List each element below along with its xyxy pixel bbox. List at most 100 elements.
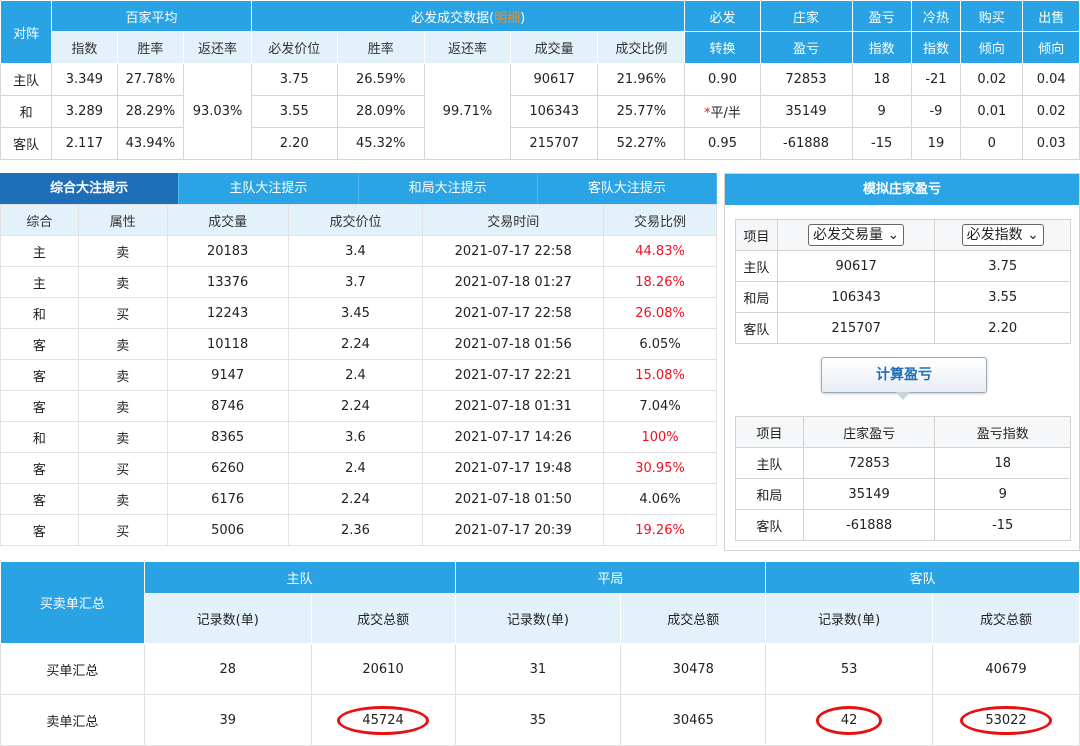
- cell: -61888: [802, 509, 936, 541]
- cell: 18: [851, 63, 912, 96]
- cell: 2021-07-18 01:27: [422, 266, 605, 298]
- sub-header: 记录数(单): [454, 593, 622, 644]
- item-header: 项目: [735, 219, 778, 251]
- detail-link[interactable]: 明细: [494, 11, 520, 26]
- table-row: 和买 12243 3.45 2021-07-17 22:58 26.08%: [0, 297, 717, 329]
- cell: 和: [0, 297, 79, 329]
- table-row: 主卖 20183 3.4 2021-07-17 22:58 44.83%: [0, 235, 717, 267]
- sim-result-table: 项目 庄家盈亏 盈亏指数 主队 72853 18 和局 35149 9 客队 -61888…: [735, 416, 1071, 541]
- cell: 8365: [166, 421, 289, 453]
- cell: 72853: [802, 447, 936, 479]
- table-row: 主队 72853 18: [735, 447, 1071, 479]
- tab-draw[interactable]: 和局大注提示: [359, 173, 538, 204]
- cell: 2021-07-18 01:50: [422, 483, 605, 515]
- cell: -15: [851, 127, 912, 160]
- volume-select[interactable]: 必发交易量 ⌄: [808, 224, 905, 246]
- table-row: 和局 106343 3.55: [735, 281, 1071, 313]
- cell: 买: [77, 514, 168, 546]
- cell: 52.27%: [597, 127, 686, 160]
- sub-header: 成交总额: [620, 593, 767, 644]
- simulation-panel: 模拟庄家盈亏 项目 必发交易量 ⌄ 必发指数 ⌄ 主队 90617 3.75 和局 1…: [724, 173, 1080, 551]
- tab-away[interactable]: 客队大注提示: [538, 173, 717, 204]
- table-row: 主卖 13376 3.7 2021-07-18 01:27 18.26%: [0, 266, 717, 298]
- cell: 53: [765, 643, 934, 695]
- cell: 2021-07-17 14:26: [422, 421, 605, 453]
- calculate-button[interactable]: 计算盈亏: [821, 357, 987, 400]
- cell: 21.96%: [597, 63, 686, 96]
- sub-header: 记录数(单): [765, 593, 934, 644]
- odds-table: 对阵 百家平均 必发成交数据(明细) 必发 庄家 盈亏 冷热 购买 出售 指数 …: [0, 0, 1080, 160]
- conv-header-2: 转换: [684, 31, 761, 64]
- tab-all[interactable]: 综合大注提示: [0, 173, 180, 204]
- cell: 卖: [77, 483, 168, 515]
- index-select[interactable]: 必发指数 ⌄: [961, 224, 1044, 246]
- cell: -21: [910, 63, 962, 96]
- cell: 0: [960, 127, 1024, 160]
- table-row: 客买 6260 2.4 2021-07-17 19:48 30.95%: [0, 452, 717, 484]
- cell: 19: [910, 127, 962, 160]
- chevron-down-icon: ⌄: [887, 227, 900, 243]
- cell-circled: 42: [765, 694, 934, 746]
- ratio-cell: 26.08%: [603, 297, 717, 329]
- table-row: 买单汇总 28 20610 31 30478 53 40679: [0, 643, 1080, 695]
- tab-home[interactable]: 主队大注提示: [179, 173, 359, 204]
- volume-select-cell: 必发交易量 ⌄: [776, 219, 936, 251]
- cell: 10118: [166, 328, 289, 360]
- cell: 2021-07-18 01:56: [422, 328, 605, 360]
- cell: 卖: [77, 359, 168, 391]
- col-header: 交易时间: [422, 204, 605, 236]
- table-row: 客队 215707 2.20: [735, 312, 1071, 344]
- table-row: 卖单汇总 39 45724 35 30465 42 53022: [0, 694, 1080, 746]
- avg-header: 百家平均: [51, 0, 252, 32]
- cell: 2021-07-17 22:21: [422, 359, 605, 391]
- cell: 客: [0, 359, 79, 391]
- pl-header-1: 盈亏: [851, 0, 912, 32]
- cell: 3.6: [287, 421, 424, 453]
- cell: 2021-07-17 19:48: [422, 452, 605, 484]
- cell: -15: [934, 509, 1071, 541]
- row-label: 买单汇总: [0, 643, 145, 695]
- sub-header: 胜率: [116, 31, 185, 64]
- col-header: 属性: [77, 204, 168, 236]
- ratio-cell: 18.26%: [603, 266, 717, 298]
- cell: 0.02: [1022, 95, 1080, 128]
- sub-header: 胜率: [336, 31, 425, 64]
- cell: 卖: [77, 421, 168, 453]
- cell: 35149: [802, 478, 936, 510]
- sub-header: 返还率: [183, 31, 252, 64]
- cell: 2021-07-17 22:58: [422, 235, 605, 267]
- cell: 12243: [166, 297, 289, 329]
- cell: 90617: [776, 250, 936, 282]
- team-cell: 主队: [0, 63, 53, 96]
- sell-header-2: 倾向: [1022, 31, 1080, 64]
- hc-header-1: 冷热: [910, 0, 962, 32]
- table-row: 客卖 9147 2.4 2021-07-17 22:21 15.08%: [0, 359, 717, 391]
- cell: 106343: [510, 95, 599, 128]
- cell: 35: [454, 694, 622, 746]
- big-bets-table: 综合 属性 成交量 成交价位 交易时间 交易比例 主卖 20183 3.4 2021-…: [0, 204, 717, 546]
- col-header: 庄家盈亏: [802, 416, 936, 448]
- cell: 20610: [310, 643, 456, 695]
- cell: 0.02: [960, 63, 1024, 96]
- conv-cell: *平/半: [684, 95, 761, 128]
- cell: 215707: [510, 127, 599, 160]
- table-row: 客队 2.117 43.94% 2.20 45.32% 215707 52.27…: [0, 127, 1080, 160]
- sub-header: 记录数(单): [143, 593, 312, 644]
- cell: 8746: [166, 390, 289, 422]
- cell: 2021-07-18 01:31: [422, 390, 605, 422]
- sub-header: 指数: [51, 31, 118, 64]
- cell: 2.4: [287, 452, 424, 484]
- cell: 2.20: [250, 127, 338, 160]
- cell: 72853: [759, 63, 853, 96]
- ratio-cell: 7.04%: [603, 390, 717, 422]
- cell: 3.7: [287, 266, 424, 298]
- ratio-cell: 100%: [603, 421, 717, 453]
- highlight-ring: 42: [815, 705, 883, 735]
- cell: 3.55: [250, 95, 338, 128]
- summary-corner: 买卖单汇总: [0, 561, 145, 644]
- cell: 9147: [166, 359, 289, 391]
- sub-header: 成交比例: [597, 31, 686, 64]
- cell: -9: [910, 95, 962, 128]
- highlight-ring: 45724: [337, 705, 429, 735]
- highlight-ring: 53022: [960, 705, 1052, 735]
